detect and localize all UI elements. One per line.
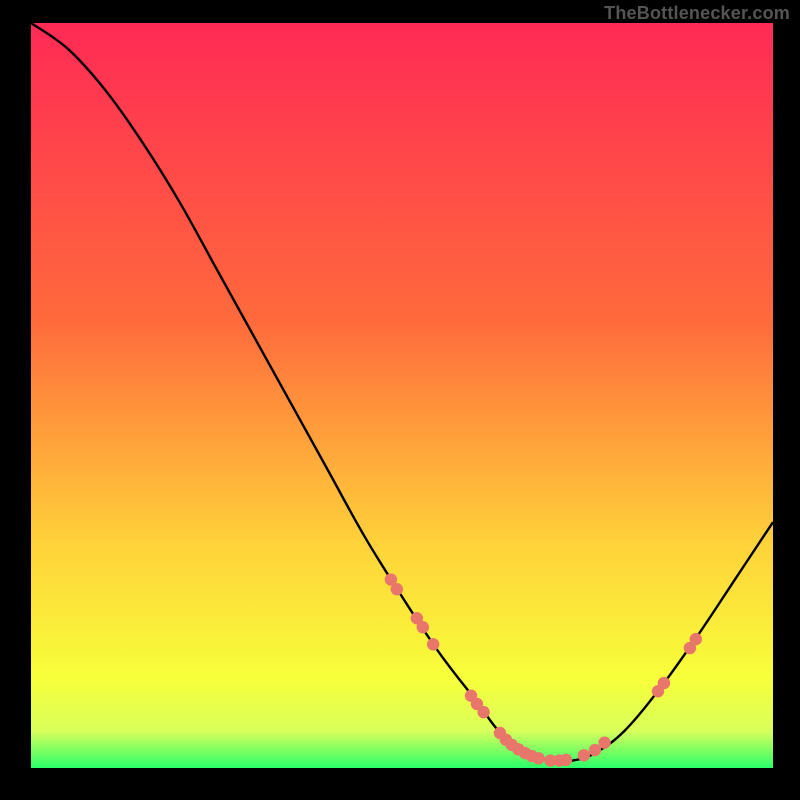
data-marker [417, 621, 429, 633]
data-marker [560, 754, 572, 766]
data-marker [578, 749, 590, 761]
data-marker [477, 706, 489, 718]
chart-container: { "attribution": "TheBottlenecker.com", … [0, 0, 800, 800]
data-marker [391, 583, 403, 595]
data-marker [690, 633, 702, 645]
data-marker [598, 736, 610, 748]
data-marker [658, 677, 670, 689]
attribution-text: TheBottlenecker.com [604, 3, 790, 24]
data-marker [532, 752, 544, 764]
chart-svg [0, 0, 800, 800]
data-marker [427, 638, 439, 650]
gradient-background [31, 23, 773, 768]
